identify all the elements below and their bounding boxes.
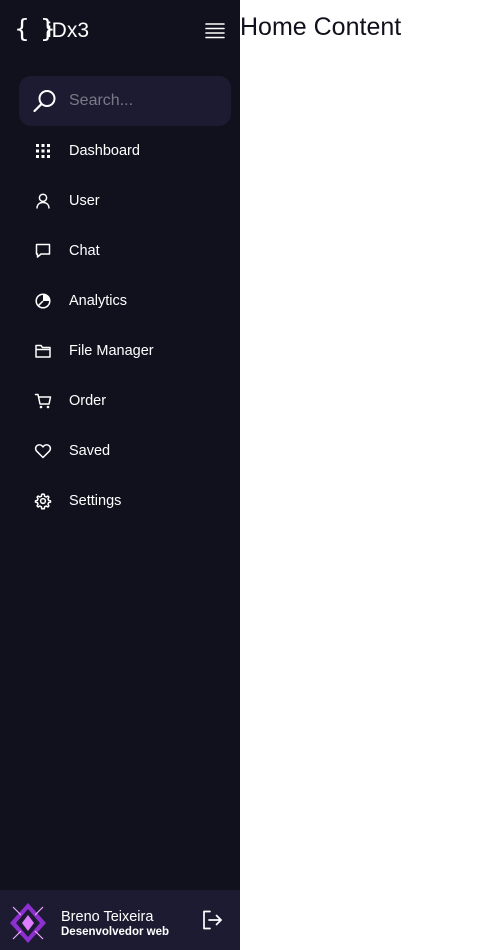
- sidebar: { } iDx3 Search... Dashboard User Chat A…: [0, 0, 240, 950]
- avatar: [10, 903, 46, 943]
- log-out-icon: [203, 910, 222, 930]
- sidebar-item-dashboard[interactable]: Dashboard: [0, 126, 240, 176]
- sidebar-item-label: Saved: [69, 443, 111, 459]
- nav-list: Dashboard User Chat Analytics File Manag…: [0, 126, 240, 526]
- profile-name: Breno Teixeira: [61, 909, 154, 925]
- sidebar-item-settings[interactable]: Settings: [0, 476, 240, 526]
- folder-icon: [35, 344, 51, 358]
- user-icon: [36, 193, 50, 209]
- grid-icon: [36, 144, 50, 158]
- logo-details: { } iDx3: [0, 0, 240, 60]
- logout-button[interactable]: [200, 908, 224, 932]
- sidebar-item-analytics[interactable]: Analytics: [0, 276, 240, 326]
- menu-toggle-button[interactable]: [204, 20, 226, 42]
- cog-icon: [34, 493, 52, 510]
- sidebar-item-saved[interactable]: Saved: [0, 426, 240, 476]
- sidebar-item-label: User: [69, 193, 100, 209]
- sidebar-item-label: Order: [69, 393, 107, 409]
- cart-icon: [34, 393, 52, 409]
- sidebar-item-label: File Manager: [69, 343, 154, 359]
- sidebar-item-chat[interactable]: Chat: [0, 226, 240, 276]
- search-box: [19, 76, 231, 126]
- sidebar-item-user[interactable]: User: [0, 176, 240, 226]
- chat-icon: [35, 243, 51, 258]
- search-input[interactable]: [69, 88, 219, 114]
- sidebar-item-label: Settings: [69, 493, 122, 509]
- sidebar-item-label: Dashboard: [69, 143, 140, 159]
- sidebar-item-label: Chat: [69, 243, 100, 259]
- heart-icon: [34, 444, 52, 459]
- sidebar-item-file-manager[interactable]: File Manager: [0, 326, 240, 376]
- pie-chart-icon: [35, 293, 51, 309]
- sidebar-item-order[interactable]: Order: [0, 376, 240, 426]
- search-icon[interactable]: [32, 88, 58, 114]
- hamburger-icon: [205, 23, 225, 39]
- logo-name: iDx3: [47, 19, 90, 42]
- sidebar-item-label: Analytics: [69, 293, 128, 309]
- profile-job: Desenvolvedor web: [61, 926, 170, 938]
- page-title: Home Content: [240, 13, 402, 41]
